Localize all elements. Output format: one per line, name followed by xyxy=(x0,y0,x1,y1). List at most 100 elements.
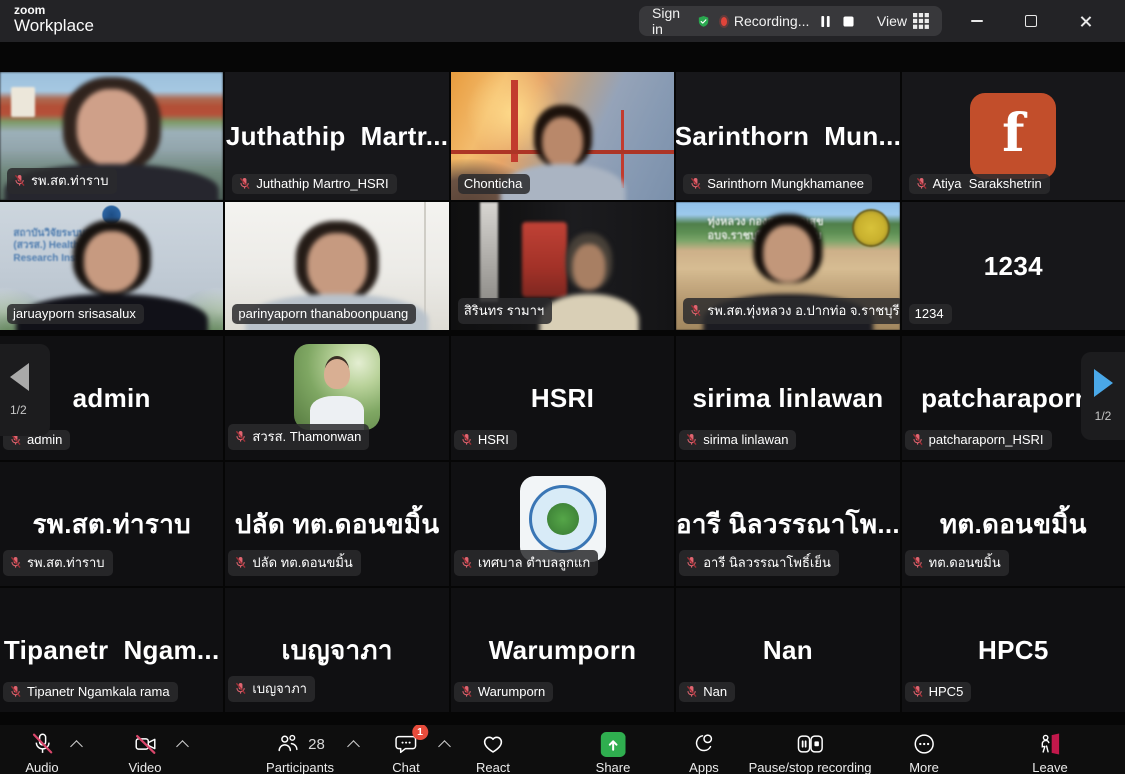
video-options-caret[interactable] xyxy=(176,740,189,753)
participant-label: Chonticha xyxy=(458,174,531,194)
page-indicator: 1/2 xyxy=(1095,409,1112,423)
mic-muted-icon xyxy=(234,682,247,695)
chat-unread-badge: 1 xyxy=(412,725,428,740)
title-bar: zoom Workplace Sign in Recording... View xyxy=(0,0,1125,42)
mic-muted-icon xyxy=(685,433,698,446)
participant-tile[interactable]: รพ.สต.ท่าราบ รพ.สต.ท่าราบ xyxy=(0,462,223,586)
view-button[interactable]: View xyxy=(877,13,929,29)
camera-off-toolbar-icon xyxy=(132,731,158,757)
sign-in-button[interactable]: Sign in xyxy=(652,5,681,37)
previous-page-button[interactable]: 1/2 xyxy=(0,344,50,436)
participant-label: อารี นิลวรรณาโพธิ์เย็น xyxy=(679,550,839,576)
participant-tile[interactable]: สถาบันวิจัยระบบสาธารณสุข (สวรส.) Health … xyxy=(0,202,223,330)
mic-muted-icon xyxy=(911,556,924,569)
security-shield-icon[interactable] xyxy=(697,12,710,31)
participant-tile[interactable]: อารี นิลวรรณาโพ... อารี นิลวรรณาโพธิ์เย็… xyxy=(676,462,899,586)
meeting-status-pill: Sign in Recording... View xyxy=(639,6,942,36)
participant-tile[interactable]: เทศบาล ตำบลลูกแก xyxy=(451,462,674,586)
more-ellipsis-icon xyxy=(911,731,937,757)
participant-tile[interactable]: sirima linlawan sirima linlawan xyxy=(676,336,899,460)
participant-tile[interactable]: รพ.สต.ท่าราบ xyxy=(0,72,223,200)
mic-muted-icon xyxy=(685,685,698,698)
participants-options-caret[interactable] xyxy=(347,740,360,753)
react-button[interactable]: React xyxy=(476,731,510,774)
participant-tile[interactable]: Tipanetr Ngam... Tipanetr Ngamkala rama xyxy=(0,588,223,712)
mic-muted-icon xyxy=(911,433,924,446)
participant-label: เทศบาล ตำบลลูกแก xyxy=(454,550,598,576)
maximize-button[interactable] xyxy=(1019,9,1043,33)
mic-muted-icon xyxy=(460,685,473,698)
participant-label: Warumporn xyxy=(454,682,553,702)
video-button[interactable]: Video xyxy=(128,731,161,774)
audio-button[interactable]: Audio xyxy=(25,731,58,774)
next-page-button[interactable]: 1/2 xyxy=(1081,352,1125,440)
page-indicator: 1/2 xyxy=(10,403,27,417)
participant-label: sirima linlawan xyxy=(679,430,796,450)
participant-tile[interactable]: f Atiya Sarakshetrin xyxy=(902,72,1125,200)
participant-label: เบญจาภา xyxy=(228,676,315,702)
minimize-button[interactable] xyxy=(965,9,989,33)
participant-label: ปลัด ทต.ดอนขมิ้น xyxy=(228,550,360,576)
more-button[interactable]: More xyxy=(909,731,939,774)
leave-meeting-icon xyxy=(1037,731,1063,757)
leave-button[interactable]: Leave xyxy=(1032,731,1067,774)
share-button[interactable]: Share xyxy=(596,731,631,774)
pause-recording-button[interactable] xyxy=(818,11,832,31)
participant-tile[interactable]: HPC5 HPC5 xyxy=(902,588,1125,712)
participant-label: รพ.สต.ท่าราบ xyxy=(3,550,113,576)
logo-workplace: Workplace xyxy=(14,17,94,35)
recording-dot-icon xyxy=(721,17,727,26)
participant-tile[interactable]: เบญจาภา เบญจาภา xyxy=(225,588,448,712)
participant-tile[interactable]: Nan Nan xyxy=(676,588,899,712)
mic-muted-icon xyxy=(238,177,251,190)
participant-tile[interactable]: ทต.ดอนขมิ้น ทต.ดอนขมิ้น xyxy=(902,462,1125,586)
share-screen-icon xyxy=(600,732,625,757)
participant-label: HSRI xyxy=(454,430,517,450)
mic-muted-icon xyxy=(911,685,924,698)
chat-options-caret[interactable] xyxy=(438,740,451,753)
mic-muted-icon xyxy=(689,304,702,317)
participant-tile-active-speaker[interactable]: Chonticha xyxy=(451,72,674,200)
mic-muted-icon xyxy=(9,556,22,569)
participant-tile[interactable]: Juthathip Martr... Juthathip Martro_HSRI xyxy=(225,72,448,200)
logo-zoom: zoom xyxy=(14,4,94,17)
chat-button[interactable]: 1 Chat xyxy=(392,731,419,774)
record-control-button[interactable]: Pause/stop recording xyxy=(749,731,872,774)
arrow-right-icon xyxy=(1094,369,1113,397)
participant-tile[interactable]: HSRI HSRI xyxy=(451,336,674,460)
mic-muted-icon xyxy=(234,430,247,443)
participant-label: รพ.สต.ทุ่งหลวง อ.ปากท่อ จ.ราชบุรี xyxy=(683,298,899,324)
participant-tile[interactable]: สิรินทร รามาฯ xyxy=(451,202,674,330)
participant-label: Nan xyxy=(679,682,735,702)
mic-muted-icon xyxy=(9,685,22,698)
participant-tile[interactable]: parinyaporn thanaboonpuang xyxy=(225,202,448,330)
mic-muted-icon xyxy=(915,177,928,190)
close-button[interactable] xyxy=(1073,9,1097,33)
participants-button[interactable]: 28 Participants xyxy=(266,731,334,774)
mic-muted-icon xyxy=(460,433,473,446)
facebook-letter-avatar: f xyxy=(970,93,1056,179)
participant-tile[interactable]: ปลัด ทต.ดอนขมิ้น ปลัด ทต.ดอนขมิ้น xyxy=(225,462,448,586)
participant-label: สิรินทร รามาฯ xyxy=(458,298,552,324)
participant-tile[interactable]: 1234 1234 xyxy=(902,202,1125,330)
participants-icon xyxy=(275,731,301,757)
gallery-grid-icon xyxy=(913,13,929,29)
stop-recording-button[interactable] xyxy=(841,11,855,31)
mic-muted-icon xyxy=(689,177,702,190)
audio-options-caret[interactable] xyxy=(70,740,83,753)
participant-label: 1234 xyxy=(909,304,952,324)
mic-muted-icon xyxy=(685,556,698,569)
mic-muted-icon xyxy=(13,174,26,187)
profile-photo-avatar xyxy=(294,344,380,430)
participant-tile[interactable]: Sarinthorn Mun... Sarinthorn Mungkhamane… xyxy=(676,72,899,200)
apps-button[interactable]: Apps xyxy=(689,731,719,774)
participant-label: Tipanetr Ngamkala rama xyxy=(3,682,178,702)
participant-label: patcharaporn_HSRI xyxy=(905,430,1052,450)
participant-tile[interactable]: ทุ่งหลวง กองสาธารณสุข อบจ.ราชบุรี ยินดีต… xyxy=(676,202,899,330)
participant-tile[interactable]: Warumporn Warumporn xyxy=(451,588,674,712)
participant-label: Atiya Sarakshetrin xyxy=(909,174,1050,194)
participant-label: Juthathip Martro_HSRI xyxy=(232,174,396,194)
participant-label: jaruayporn srisasalux xyxy=(7,304,144,324)
participant-label: HPC5 xyxy=(905,682,972,702)
participant-tile[interactable]: สวรส. Thamonwan xyxy=(225,336,448,460)
